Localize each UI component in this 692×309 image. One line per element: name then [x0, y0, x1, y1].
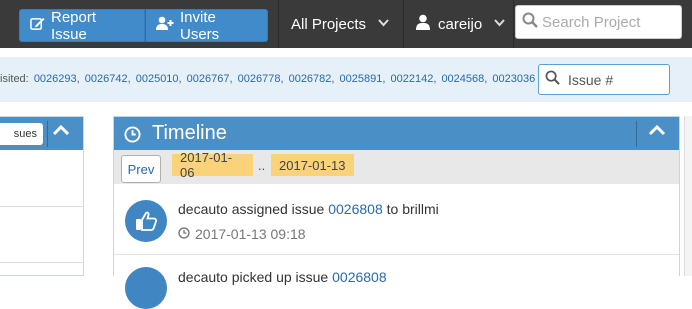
recent-issue-link[interactable]: 0026782 — [289, 73, 332, 85]
edit-icon — [30, 16, 45, 35]
issue-number-input[interactable] — [566, 70, 666, 89]
event-action: picked up issue — [231, 269, 329, 285]
invite-users-button[interactable]: Invite Users — [145, 8, 268, 43]
nav-divider — [403, 0, 404, 48]
event-timestamp: 2017-01-13 09:18 — [178, 226, 306, 242]
search-icon — [545, 70, 560, 90]
nav-divider — [513, 0, 514, 48]
clock-icon — [178, 226, 190, 242]
event-action: assigned issue — [231, 201, 325, 217]
issues-panel: sues — [0, 116, 84, 276]
project-search-box — [515, 5, 682, 39]
issues-button-label: sues — [13, 128, 37, 140]
nav-divider — [278, 0, 279, 48]
header-divider — [47, 121, 48, 147]
recent-issue-link[interactable]: 0026293 — [34, 73, 77, 85]
invite-users-label: Invite Users — [180, 8, 220, 43]
issues-button[interactable]: sues — [0, 123, 43, 145]
row-divider — [0, 262, 83, 263]
user-menu-dropdown[interactable]: careijo — [416, 0, 506, 48]
event-time-text: 2017-01-13 09:18 — [195, 226, 306, 242]
issue-search-box — [538, 64, 670, 95]
collapse-chevron-up-icon[interactable] — [648, 123, 666, 141]
recently-visited-label: isited: — [0, 73, 29, 85]
timeline-header: Timeline — [114, 117, 679, 150]
recently-visited-list: isited: 0026293, 0026742, 0025010, 00267… — [0, 73, 536, 85]
prev-button[interactable]: Prev — [121, 155, 161, 183]
recent-issue-link[interactable]: 0022142 — [390, 73, 433, 85]
timeline-title: Timeline — [152, 122, 227, 144]
event-divider — [114, 254, 679, 255]
search-icon — [522, 12, 538, 33]
user-plus-icon — [156, 16, 174, 35]
recent-issue-link[interactable]: 0026742 — [85, 73, 128, 85]
date-from-chip: 2017-01-06 — [172, 150, 253, 180]
chevron-down-icon — [494, 18, 505, 30]
timeline-panel: Timeline Prev 2017-01-06 .. 2017-01-13 d… — [113, 116, 680, 309]
recent-issue-link[interactable]: 0025010 — [136, 73, 179, 85]
event-issue-link[interactable]: 0026808 — [328, 201, 383, 217]
event-description: decauto picked up issue 0026808 — [178, 269, 387, 285]
thumbs-up-icon — [125, 200, 167, 242]
event-issue-link[interactable]: 0026808 — [332, 269, 387, 285]
row-divider — [0, 206, 83, 207]
top-navbar: Report Issue Invite Users All Projects c… — [0, 0, 692, 48]
project-search-input[interactable] — [538, 12, 678, 32]
chevron-up-icon[interactable] — [52, 123, 70, 141]
clock-icon — [124, 126, 141, 148]
recent-issue-link[interactable]: 0024568 — [441, 73, 484, 85]
event-description: decauto assigned issue 0026808 to brillm… — [178, 201, 439, 217]
recent-issue-link[interactable]: 0025891 — [340, 73, 383, 85]
event-avatar-icon — [125, 267, 167, 309]
range-separator: .. — [258, 158, 266, 173]
recent-issue-link[interactable]: 0023036 — [492, 73, 535, 85]
user-icon — [416, 14, 430, 34]
all-projects-label: All Projects — [291, 15, 367, 33]
recent-issue-link[interactable]: 0026778 — [238, 73, 281, 85]
event-actor: decauto — [178, 269, 228, 285]
date-to-chip: 2017-01-13 — [271, 154, 354, 176]
scrollbar[interactable] — [684, 116, 692, 276]
report-issue-label: Report Issue — [51, 8, 97, 43]
header-divider — [636, 121, 637, 147]
report-issue-button[interactable]: Report Issue — [19, 8, 145, 43]
date-range-bar: Prev 2017-01-06 .. 2017-01-13 — [114, 150, 679, 184]
chevron-down-icon — [378, 18, 389, 30]
event-suffix: to brillmi — [386, 201, 439, 217]
all-projects-dropdown[interactable]: All Projects — [291, 0, 391, 48]
issues-panel-header: sues — [0, 117, 83, 150]
username-label: careijo — [438, 15, 483, 33]
recent-issue-link[interactable]: 0026767 — [187, 73, 230, 85]
event-actor: decauto — [178, 201, 228, 217]
